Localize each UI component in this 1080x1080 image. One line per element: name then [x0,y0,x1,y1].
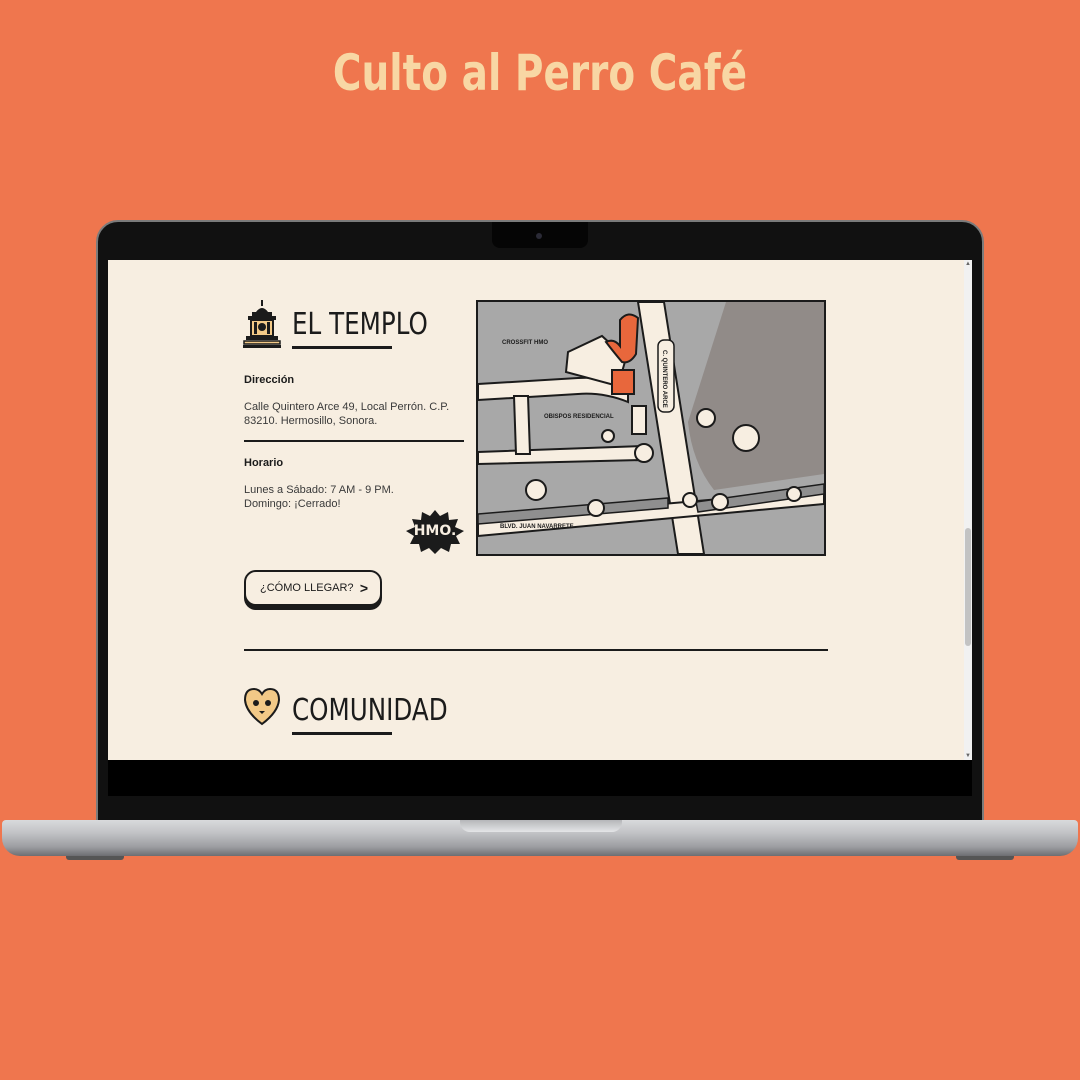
comunidad-title-underline [292,732,392,735]
scrollbar-thumb[interactable] [965,528,971,646]
map-label-quintero: C. QUINTERO ARCE [661,350,667,408]
address-line-2: 83210. Hermosillo, Sonora. [244,415,378,427]
browser-viewport: EL TEMPLO Dirección Calle Quintero Arce … [108,260,972,760]
badge-text: HMO. [413,523,457,539]
map-illustration: CROSSFIT HMO OBISPOS RESIDENCIAL BLVD. J… [478,302,824,554]
map-label-obispos: OBISPOS RESIDENCIAL [544,414,614,420]
info-divider [244,440,464,442]
map-label-navarrete: BLVD. JUAN NAVARRETE [500,524,574,530]
comunidad-heading: COMUNIDAD [292,696,482,726]
comunidad-title: COMUNIDAD [292,693,448,728]
hours-line-2: Domingo: ¡Cerrado! [244,498,341,510]
camera-icon [536,233,542,239]
hmo-badge: HMO. [406,510,464,554]
temple-icon [243,300,281,348]
location-map[interactable]: CROSSFIT HMO OBISPOS RESIDENCIAL BLVD. J… [476,300,826,556]
scrollbar[interactable]: ▲ ▼ [964,260,972,760]
dog-heart-icon [243,687,281,726]
templo-title-underline [292,346,392,349]
scroll-up-icon[interactable]: ▲ [965,260,971,268]
templo-title: EL TEMPLO [292,307,428,342]
address-line-1: Calle Quintero Arce 49, Local Perrón. C.… [244,401,450,413]
camera-notch [492,222,588,248]
banner-title: Culto al Perro Café [332,44,748,102]
laptop-opening-notch [460,820,622,832]
address-label: Dirección [244,374,295,386]
scroll-down-icon[interactable]: ▼ [965,752,971,760]
chevron-right-icon: > [359,580,368,596]
section-divider [244,649,828,651]
map-label-crossfit: CROSSFIT HMO [502,340,548,346]
directions-button[interactable]: ¿CÓMO LLEGAR? > [244,570,382,606]
templo-heading: EL TEMPLO [292,310,458,340]
laptop-foot-left [66,856,124,860]
laptop-base [2,820,1078,856]
screen-bottom-bezel [108,760,972,796]
laptop-foot-right [956,856,1014,860]
directions-button-label: ¿CÓMO LLEGAR? [260,582,354,594]
hours-line-1: Lunes a Sábado: 7 AM - 9 PM. [244,484,394,496]
hours-label: Horario [244,457,284,469]
laptop-lid: EL TEMPLO Dirección Calle Quintero Arce … [96,220,984,824]
